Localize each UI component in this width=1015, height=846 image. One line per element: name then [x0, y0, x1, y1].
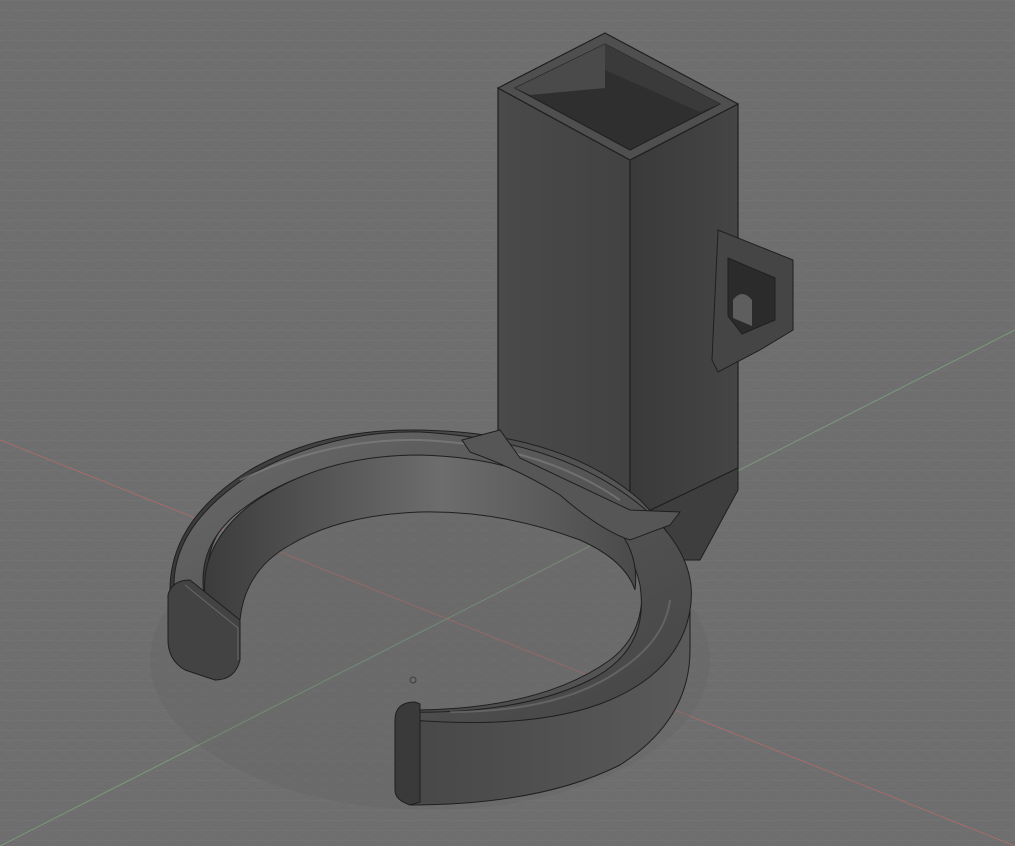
3d-viewport[interactable]	[0, 0, 1015, 846]
